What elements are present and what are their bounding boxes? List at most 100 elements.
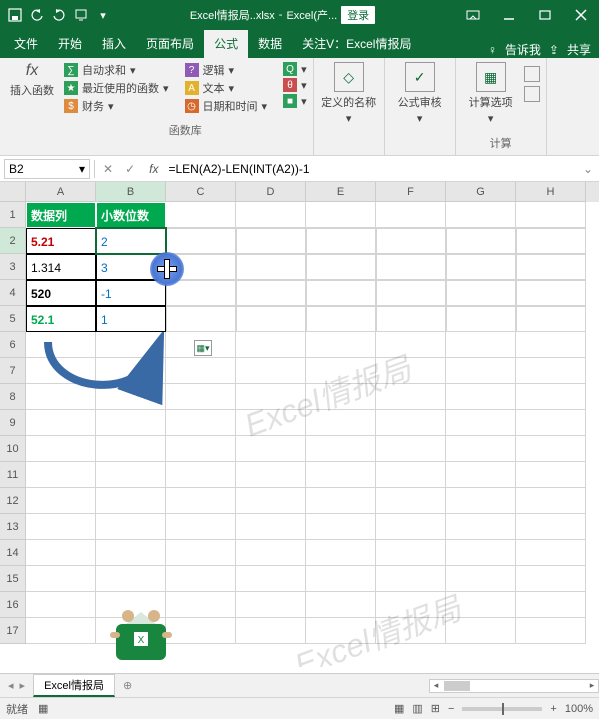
cell[interactable] (376, 358, 446, 384)
cell[interactable] (446, 566, 516, 592)
cell[interactable] (236, 280, 306, 306)
horizontal-scrollbar[interactable]: ◂ ▸ (429, 679, 599, 693)
cell[interactable] (446, 488, 516, 514)
cell[interactable] (26, 540, 96, 566)
save-icon[interactable] (8, 8, 22, 22)
row-header[interactable]: 13 (0, 514, 26, 540)
cell[interactable] (376, 306, 446, 332)
tab-data[interactable]: 数据 (248, 30, 292, 58)
scroll-thumb[interactable] (444, 681, 470, 691)
recent-fn-button[interactable]: ★最近使用的函数 ▾ (64, 80, 169, 96)
cell[interactable] (166, 462, 236, 488)
cell[interactable] (446, 436, 516, 462)
cell[interactable] (306, 332, 376, 358)
cell[interactable] (306, 228, 376, 254)
tab-file[interactable]: 文件 (4, 30, 48, 58)
cell[interactable] (516, 202, 586, 228)
cell[interactable] (306, 566, 376, 592)
share-icon[interactable]: ⇪ (549, 43, 559, 57)
cell[interactable] (516, 566, 586, 592)
cell[interactable] (376, 462, 446, 488)
cell[interactable] (96, 410, 166, 436)
calc-now-icon[interactable] (524, 66, 540, 82)
row-header[interactable]: 6 (0, 332, 26, 358)
cell[interactable] (376, 280, 446, 306)
share-label[interactable]: 共享 (567, 41, 591, 58)
cell[interactable] (26, 436, 96, 462)
prev-sheet-icon[interactable]: ◂ (8, 679, 14, 692)
formula-audit-button[interactable]: ✓ 公式审核 ▾ (391, 62, 449, 125)
cell[interactable] (306, 280, 376, 306)
cell[interactable] (96, 462, 166, 488)
cell[interactable] (236, 384, 306, 410)
select-all-corner[interactable] (0, 182, 26, 202)
view-normal-icon[interactable]: ▦ (394, 702, 404, 715)
cell[interactable] (516, 358, 586, 384)
redo-icon[interactable] (52, 8, 66, 22)
col-header[interactable]: D (236, 182, 306, 202)
cell[interactable] (306, 462, 376, 488)
cell[interactable] (236, 228, 306, 254)
cell[interactable] (26, 592, 96, 618)
chevron-down-icon[interactable]: ▾ (79, 162, 85, 176)
zoom-in-icon[interactable]: + (550, 703, 556, 715)
row-header[interactable]: 16 (0, 592, 26, 618)
calc-options-button[interactable]: ▦ 计算选项 ▾ (462, 62, 520, 125)
cell[interactable] (446, 514, 516, 540)
worksheet[interactable]: A B C D E F G H 1 数据列 小数位数 2 5.21 2 3 1.… (0, 182, 599, 667)
row-header[interactable]: 12 (0, 488, 26, 514)
login-button[interactable]: 登录 (341, 6, 375, 24)
cell[interactable] (516, 514, 586, 540)
col-header[interactable]: C (166, 182, 236, 202)
cell[interactable] (446, 410, 516, 436)
expand-formula-icon[interactable]: ⌄ (577, 162, 599, 176)
cell[interactable] (446, 280, 516, 306)
cell[interactable] (446, 384, 516, 410)
col-header[interactable]: A (26, 182, 96, 202)
cell[interactable] (376, 202, 446, 228)
cell[interactable] (236, 436, 306, 462)
row-header[interactable]: 5 (0, 306, 26, 332)
name-box[interactable]: B2 ▾ (4, 159, 90, 179)
cell[interactable] (516, 540, 586, 566)
cell[interactable] (166, 228, 236, 254)
undo-icon[interactable] (30, 8, 44, 22)
cell[interactable] (236, 488, 306, 514)
cell[interactable] (306, 618, 376, 644)
cell[interactable] (376, 254, 446, 280)
cell[interactable] (306, 514, 376, 540)
cell[interactable] (166, 202, 236, 228)
cell[interactable] (96, 540, 166, 566)
cell[interactable] (376, 228, 446, 254)
cell[interactable] (376, 436, 446, 462)
add-sheet-icon[interactable]: ⊕ (115, 679, 140, 692)
cell[interactable] (446, 592, 516, 618)
cell[interactable] (306, 384, 376, 410)
cell[interactable] (236, 254, 306, 280)
col-header[interactable]: E (306, 182, 376, 202)
sheet-tab[interactable]: Excel情报局 (33, 674, 115, 697)
cell[interactable] (516, 332, 586, 358)
cell[interactable] (446, 462, 516, 488)
cell[interactable] (516, 462, 586, 488)
insert-function-button[interactable]: fx 插入函数 (6, 62, 58, 98)
row-header[interactable]: 8 (0, 384, 26, 410)
cell[interactable] (376, 566, 446, 592)
row-header[interactable]: 7 (0, 358, 26, 384)
datetime-button[interactable]: ◷日期和时间 ▾ (185, 98, 268, 114)
cell[interactable] (166, 592, 236, 618)
minimize-icon[interactable] (491, 0, 527, 30)
cell[interactable] (306, 306, 376, 332)
cell[interactable] (516, 618, 586, 644)
cell[interactable] (306, 254, 376, 280)
zoom-out-icon[interactable]: − (448, 703, 454, 715)
cell[interactable] (516, 254, 586, 280)
cell-A1[interactable]: 数据列 (26, 202, 96, 228)
cell[interactable] (516, 384, 586, 410)
tab-layout[interactable]: 页面布局 (136, 30, 204, 58)
cell[interactable] (26, 488, 96, 514)
cell[interactable] (446, 540, 516, 566)
cell[interactable] (306, 488, 376, 514)
qat-custom-icon[interactable]: ▾ (96, 8, 110, 22)
tab-formulas[interactable]: 公式 (204, 30, 248, 58)
